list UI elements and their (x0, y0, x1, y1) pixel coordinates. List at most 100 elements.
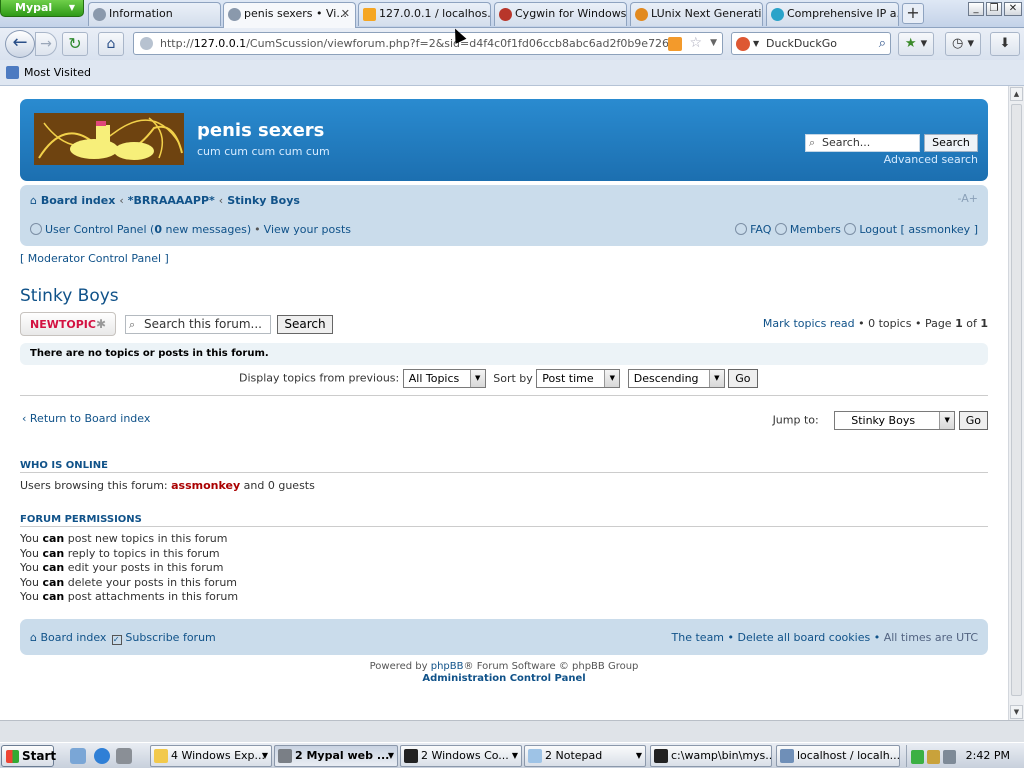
reload-button[interactable]: ↻ (62, 32, 88, 56)
taskbar-item-explorer[interactable]: 4 Windows Exp... ▼ (150, 745, 272, 767)
team-link[interactable]: The team (672, 631, 725, 644)
phpbb-link[interactable]: phpBB (431, 661, 464, 672)
search-icon[interactable]: ⌕ (879, 33, 886, 54)
ie-icon[interactable] (94, 748, 110, 764)
jump-to-value: Stinky Boys (851, 414, 916, 427)
footer-board-index-link[interactable]: Board index (40, 631, 106, 644)
app-menu-button[interactable]: Mypal ▼ (0, 0, 84, 17)
site-name[interactable]: penis sexers (197, 120, 324, 141)
phpmyadmin-icon (363, 8, 376, 21)
breadcrumb-forum[interactable]: Stinky Boys (227, 194, 300, 207)
page-total: 1 (980, 317, 988, 330)
page-scrollbar[interactable]: ▲ ▼ (1008, 86, 1024, 720)
permission-can: can (42, 575, 65, 589)
advanced-search-link[interactable]: Advanced search (884, 153, 978, 166)
tab-ip[interactable]: Comprehensive IP a... (766, 2, 899, 26)
close-window-button[interactable]: ✕ (1004, 2, 1022, 16)
chevron-down-icon: ▼ (708, 370, 724, 387)
breadcrumb-board-index[interactable]: Board index (41, 194, 116, 207)
taskbar-item-mypal[interactable]: 2 Mypal web ... ▼ (274, 745, 398, 767)
scroll-up-icon[interactable]: ▲ (1010, 87, 1023, 101)
new-tab-button[interactable]: + (902, 3, 924, 24)
scroll-thumb[interactable] (1011, 104, 1022, 696)
sort-key-select[interactable]: Post time ▼ (536, 369, 621, 388)
new-messages-label[interactable]: new messages) (165, 223, 251, 236)
task-label: c:\wamp\bin\mys... (671, 749, 772, 762)
network-icon[interactable] (943, 750, 956, 764)
subscribe-forum-link[interactable]: Subscribe forum (125, 631, 215, 644)
minimize-button[interactable]: _ (968, 2, 984, 16)
mypal-quicklaunch-icon[interactable] (116, 748, 132, 764)
forward-button[interactable]: → (35, 32, 57, 56)
tab-information[interactable]: Information (88, 2, 221, 26)
taskbar-clock[interactable]: 2:42 PM (966, 749, 1010, 762)
moderator-control-panel-link[interactable]: [ Moderator Control Panel ] (20, 252, 169, 265)
tab-phpmyadmin[interactable]: 127.0.0.1 / localhos... (358, 2, 491, 26)
who-is-online-heading[interactable]: WHO IS ONLINE (20, 460, 108, 471)
font-size-control[interactable]: -A+ (958, 192, 978, 205)
delete-cookies-link[interactable]: Delete all board cookies (738, 631, 871, 644)
rss-icon[interactable] (668, 37, 682, 51)
user-control-panel-link[interactable]: User Control Panel (45, 223, 147, 236)
tab-cygwin[interactable]: Cygwin for Windows... (494, 2, 627, 26)
bookmark-star-icon[interactable]: ☆ (689, 33, 702, 54)
new-topic-button[interactable]: NEWTOPIC✱ (20, 312, 116, 336)
return-to-index-link[interactable]: ‹ Return to Board index (22, 412, 150, 425)
bookmark-most-visited[interactable]: Most Visited (6, 66, 91, 79)
taskbar-item-notepad[interactable]: 2 Notepad ▼ (524, 745, 646, 767)
header-search-button[interactable]: Search (924, 134, 978, 152)
forum-navbar: ⌂ Board index ‹ *BRRAAAAPP* ‹ Stinky Boys -A… (20, 185, 988, 246)
history-button[interactable]: ◷ ▾ (945, 32, 981, 56)
page-title[interactable]: Stinky Boys (20, 286, 119, 306)
online-user-link[interactable]: assmonkey (171, 479, 240, 492)
app-menu-label: Mypal (15, 1, 53, 14)
admin-control-panel-link[interactable]: Administration Control Panel (0, 673, 1008, 685)
globe-icon (93, 8, 106, 21)
restore-button[interactable]: ❐ (986, 2, 1002, 16)
home-button[interactable]: ⌂ (98, 32, 124, 56)
sort-direction-select[interactable]: Descending ▼ (627, 369, 725, 388)
back-button[interactable]: ← (5, 30, 35, 58)
tab-forum-active[interactable]: penis sexers • Vi... ✕ (223, 2, 356, 28)
show-desktop-icon[interactable] (70, 748, 86, 764)
tray-app-icon[interactable] (927, 750, 940, 764)
header-search-input[interactable]: ⌕ Search... (805, 134, 920, 152)
globe-icon (228, 8, 241, 21)
mypal-icon (278, 749, 292, 763)
display-days-select[interactable]: All Topics ▼ (402, 369, 486, 388)
chevron-down-icon[interactable]: ▼ (710, 33, 717, 54)
display-go-button[interactable]: Go (728, 369, 758, 388)
chevron-down-icon[interactable]: ▼ (753, 33, 759, 54)
jump-to-select[interactable]: Stinky Boys ▼ (834, 411, 956, 430)
user-icon (30, 223, 42, 235)
logout-link[interactable]: Logout [ assmonkey ] (859, 223, 978, 236)
taskbar-item-mysql[interactable]: c:\wamp\bin\mys... (650, 745, 772, 767)
search-icon: ⌕ (809, 136, 816, 149)
breadcrumb-category[interactable]: *BRRAAAAPP* (128, 194, 215, 207)
forum-search-button[interactable]: Search (277, 315, 333, 334)
start-button[interactable]: Start (1, 745, 56, 767)
faq-link[interactable]: FAQ (750, 223, 771, 236)
cygwin-icon (499, 8, 512, 21)
search-engine-bar[interactable]: ▼ DuckDuckGo ⌕ (731, 32, 891, 55)
display-label: Display topics from previous: (239, 371, 400, 385)
taskbar-item-localhost[interactable]: localhost / localh... (776, 745, 900, 767)
taskbar-item-console[interactable]: 2 Windows Co... ▼ (400, 745, 522, 767)
forum-search-input[interactable]: ⌕ Search this forum... (125, 315, 271, 334)
wamp-icon[interactable] (911, 750, 924, 764)
members-link[interactable]: Members (790, 223, 841, 236)
breadcrumb-separator: ‹ (218, 194, 224, 207)
bookmarks-menu-button[interactable]: ★ ▾ (898, 32, 934, 56)
sort-direction-value: Descending (633, 372, 699, 385)
site-logo[interactable] (34, 113, 184, 165)
scroll-down-icon[interactable]: ▼ (1010, 705, 1023, 719)
tab-label: Information (109, 7, 173, 20)
tab-lunix[interactable]: LUnix Next Generati... (630, 2, 763, 26)
view-posts-link[interactable]: View your posts (264, 223, 351, 236)
navigation-toolbar: ← → ↻ ⌂ http://127.0.0.1/CumScussion/vie… (0, 28, 1024, 60)
close-tab-icon[interactable]: ✕ (341, 3, 350, 25)
downloads-button[interactable]: ⬇ (990, 32, 1020, 56)
url-bar[interactable]: http://127.0.0.1/CumScussion/viewforum.p… (133, 32, 723, 55)
jump-go-button[interactable]: Go (958, 411, 988, 430)
mark-topics-read-link[interactable]: Mark topics read (763, 317, 855, 330)
